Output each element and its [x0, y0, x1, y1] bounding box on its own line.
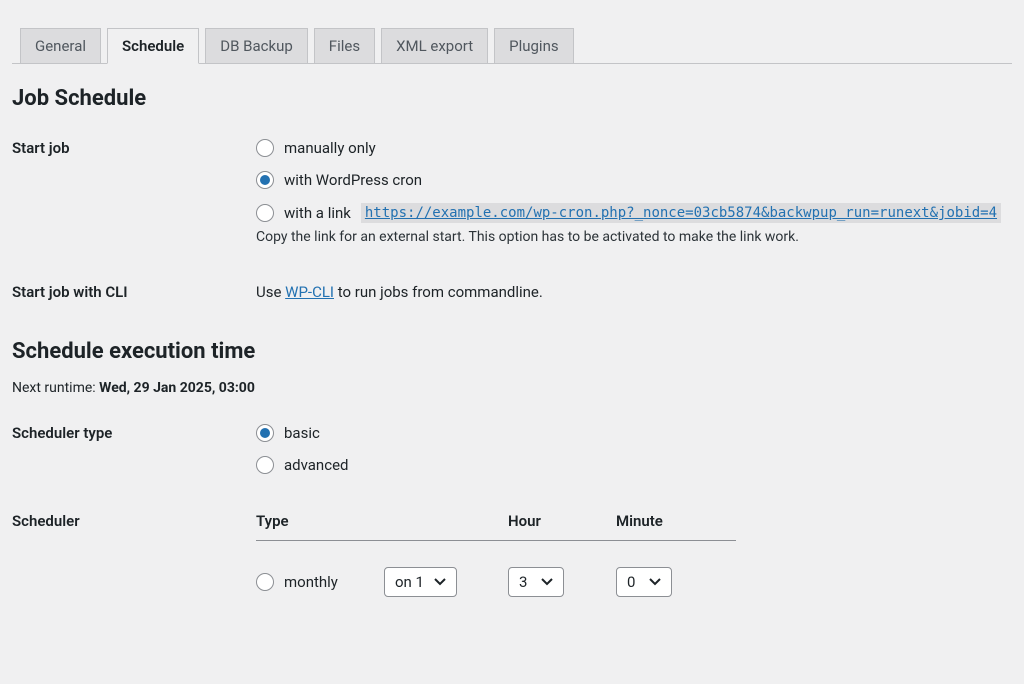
next-runtime: Next runtime: Wed, 29 Jan 2025, 03:00	[12, 380, 1012, 396]
radio-label: with a link	[284, 204, 351, 222]
cli-text-prefix: Use	[256, 283, 285, 301]
tab-db-backup[interactable]: DB Backup	[205, 28, 308, 63]
radio-label: monthly	[284, 573, 338, 591]
field-scheduler-type: Scheduler type basic advanced	[12, 424, 1012, 474]
chevron-down-icon	[541, 578, 553, 586]
heading-execution-time: Schedule execution time	[12, 339, 1012, 364]
wp-cli-link[interactable]: WP-CLI	[285, 283, 334, 301]
field-scheduler: Scheduler Type Hour Minute monthly on 1	[12, 512, 1012, 597]
select-minute[interactable]: 0	[616, 567, 672, 597]
tab-plugins[interactable]: Plugins	[494, 28, 573, 63]
chevron-down-icon	[649, 578, 661, 586]
radio-wp-cron[interactable]	[256, 171, 274, 189]
select-value: 3	[519, 573, 527, 591]
radio-manually-only[interactable]	[256, 139, 274, 157]
external-start-link[interactable]: https://example.com/wp-cron.php?_nonce=0…	[361, 203, 1001, 223]
field-start-job: Start job manually only with WordPress c…	[12, 139, 1012, 245]
label-scheduler: Scheduler	[12, 512, 256, 530]
radio-label: manually only	[284, 139, 376, 157]
radio-label: with WordPress cron	[284, 171, 422, 189]
radio-label: advanced	[284, 456, 348, 474]
radio-label: basic	[284, 424, 320, 442]
col-header-hour: Hour	[508, 512, 616, 530]
select-hour[interactable]: 3	[508, 567, 564, 597]
link-hint: Copy the link for an external start. Thi…	[256, 229, 1012, 245]
heading-job-schedule: Job Schedule	[12, 86, 1012, 111]
tab-schedule[interactable]: Schedule	[107, 28, 199, 64]
radio-basic[interactable]	[256, 424, 274, 442]
scheduler-row-monthly: monthly on 1 3	[256, 567, 736, 597]
cli-text-suffix: to run jobs from commandline.	[334, 283, 543, 301]
scheduler-table: Type Hour Minute monthly on 1	[256, 512, 736, 597]
radio-monthly[interactable]	[256, 573, 274, 591]
tabs: General Schedule DB Backup Files XML exp…	[12, 0, 1012, 64]
label-scheduler-type: Scheduler type	[12, 424, 256, 442]
tab-xml-export[interactable]: XML export	[381, 28, 488, 63]
col-header-minute: Minute	[616, 512, 716, 530]
radio-with-link[interactable]	[256, 204, 274, 222]
tab-files[interactable]: Files	[314, 28, 375, 63]
select-value: on 1	[395, 573, 424, 591]
next-runtime-value: Wed, 29 Jan 2025, 03:00	[99, 380, 255, 396]
label-start-job: Start job	[12, 139, 256, 157]
col-header-type: Type	[256, 512, 508, 530]
chevron-down-icon	[434, 578, 446, 586]
field-start-job-cli: Start job with CLI Use WP-CLI to run job…	[12, 283, 1012, 301]
select-day[interactable]: on 1	[384, 567, 457, 597]
label-start-job-cli: Start job with CLI	[12, 283, 256, 301]
radio-advanced[interactable]	[256, 456, 274, 474]
next-runtime-prefix: Next runtime:	[12, 380, 99, 396]
tab-general[interactable]: General	[20, 28, 101, 63]
select-value: 0	[627, 573, 635, 591]
